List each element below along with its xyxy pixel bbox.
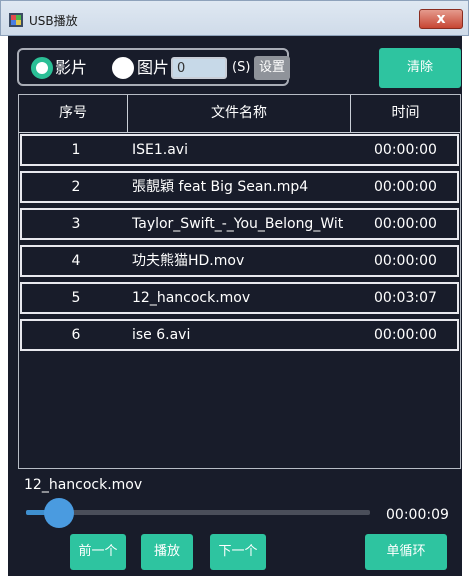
column-header-no: 序号 [59, 105, 87, 121]
radio-image-label[interactable]: 图片 [137, 58, 169, 78]
clear-button[interactable]: 清除 [379, 48, 461, 88]
list-item[interactable]: 6 ise 6.avi 00:00:00 [20, 319, 459, 351]
item-filename: Taylor_Swift_-_You_Belong_Wit [132, 216, 344, 232]
mode-selector: 影片 图片 (S) 设置 [17, 48, 290, 86]
file-list: 序号 文件名称 时间 1 ISE1.avi 00:00:00 2 張靚穎 fea… [18, 94, 461, 469]
item-duration: 00:00:00 [374, 216, 437, 232]
total-time-label: 00:00:09 [386, 507, 449, 523]
usb-playback-window: USB播放 x 影片 图片 (S) 设置 清除 序号 文件名称 时间 1 ISE… [0, 0, 469, 579]
title-bar: USB播放 x [0, 0, 469, 36]
close-button[interactable]: x [419, 9, 463, 29]
item-number: 5 [71, 290, 81, 306]
radio-movie-label[interactable]: 影片 [55, 58, 87, 78]
item-number: 6 [71, 327, 81, 343]
next-button[interactable]: 下一个 [210, 534, 266, 570]
item-duration: 00:00:00 [374, 179, 437, 195]
item-number: 2 [71, 179, 81, 195]
column-header-time: 时间 [391, 105, 420, 121]
column-header-filename: 文件名称 [211, 105, 267, 121]
play-button[interactable]: 播放 [141, 534, 193, 570]
now-playing-label: 12_hancock.mov [24, 477, 143, 493]
seek-handle[interactable] [43, 498, 74, 528]
list-item[interactable]: 4 功夫熊猫HD.mov 00:00:00 [20, 245, 459, 277]
item-filename: 功夫熊猫HD.mov [132, 253, 245, 269]
list-header: 序号 文件名称 时间 [19, 95, 460, 133]
item-filename: ISE1.avi [132, 142, 188, 158]
list-item[interactable]: 2 張靚穎 feat Big Sean.mp4 00:00:00 [20, 171, 459, 203]
item-number: 3 [71, 216, 81, 232]
item-duration: 00:00:00 [374, 253, 437, 269]
item-duration: 00:03:07 [374, 290, 437, 306]
loop-mode-button[interactable]: 单循环 [365, 534, 447, 570]
previous-button[interactable]: 前一个 [70, 534, 126, 570]
radio-image[interactable] [112, 57, 134, 79]
list-item[interactable]: 5 12_hancock.mov 00:03:07 [20, 282, 459, 314]
list-item[interactable]: 3 Taylor_Swift_-_You_Belong_Wit 00:00:00 [20, 208, 459, 240]
item-duration: 00:00:00 [374, 327, 437, 343]
interval-unit-label: (S) [232, 60, 251, 75]
seek-slider[interactable] [26, 510, 370, 515]
list-item[interactable]: 1 ISE1.avi 00:00:00 [20, 134, 459, 166]
item-filename: ise 6.avi [132, 327, 191, 343]
radio-movie[interactable] [31, 57, 53, 79]
app-icon [9, 13, 23, 27]
item-number: 4 [71, 253, 81, 269]
item-filename: 張靚穎 feat Big Sean.mp4 [132, 179, 309, 195]
set-button[interactable]: 设置 [254, 56, 290, 80]
window-title: USB播放 [29, 14, 78, 28]
item-number: 1 [71, 142, 81, 158]
client-area: 影片 图片 (S) 设置 清除 序号 文件名称 时间 1 ISE1.avi 00… [8, 36, 462, 576]
item-duration: 00:00:00 [374, 142, 437, 158]
interval-input[interactable] [171, 57, 227, 79]
item-filename: 12_hancock.mov [132, 290, 251, 306]
